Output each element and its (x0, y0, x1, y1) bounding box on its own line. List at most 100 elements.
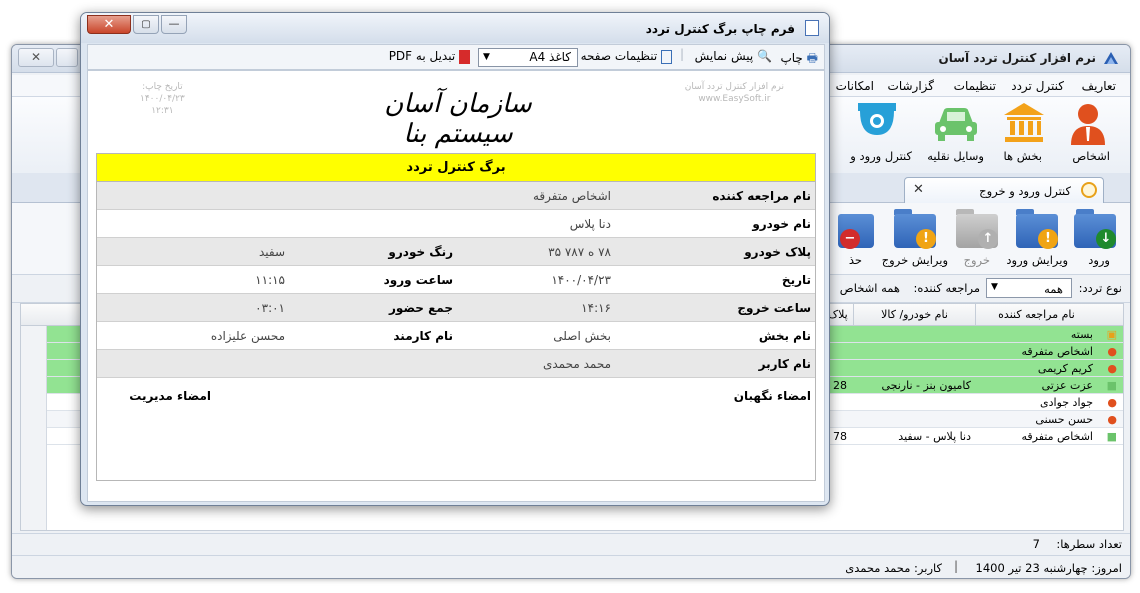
page-settings-button[interactable]: تنظیمات صفحه (581, 49, 672, 64)
page-icon (661, 49, 672, 64)
cell-visitor: کریم کریمی (1037, 362, 1093, 375)
person-icon (1071, 104, 1105, 145)
print-label: چاپ (780, 51, 803, 65)
entry-time-value: ۱۱:۱۵ (255, 273, 285, 287)
preview-button[interactable]: 🔍 پیش نمایش (695, 49, 772, 63)
employee-label: نام کارمند (393, 329, 453, 343)
maximize-icon: ▢ (141, 19, 151, 30)
ribbon-entry-exit-button[interactable]: کنترل ورود و (836, 101, 916, 169)
building-icon (1004, 103, 1044, 142)
cell-vehicle: کامیون بنز - نارنجی (881, 379, 971, 392)
delete-label: حذ (848, 253, 862, 267)
cell-plate: 78 (833, 430, 847, 443)
visitor-filter-value[interactable]: همه اشخاص (840, 281, 900, 295)
edit-exit-label: ویرایش خروج (881, 253, 948, 267)
plate-value: ۷۸ ه ۷۸۷ ۳۵ (548, 245, 611, 259)
cell-visitor: بسته (1070, 328, 1093, 341)
guard-signature-label: امضاء نگهبان (733, 389, 811, 403)
chevron-down-icon: ▼ (483, 52, 490, 62)
dialog-titlebar: فرم چاپ برگ کنترل تردد ✕ ▢ — (81, 13, 829, 43)
menu-settings[interactable]: تنظیمات (954, 79, 996, 93)
grid-footer: تعداد سطرها: 7 (12, 533, 1130, 553)
printer-icon: 🖶 (806, 51, 818, 65)
ribbon-persons-label: اشخاص (1072, 149, 1110, 163)
entry-button[interactable]: ↓ ورود (1070, 209, 1120, 271)
clock-icon (1081, 182, 1097, 198)
employee-value: محسن علیزاده (210, 329, 285, 343)
grid-header-vehicle[interactable]: نام خودرو/ کالا (853, 304, 975, 326)
print-dialog: فرم چاپ برگ کنترل تردد ✕ ▢ — 🖶 چاپ 🔍 پیش… (80, 12, 830, 506)
manager-signature-label: امضاء مدیریت (129, 389, 211, 403)
menu-traffic-control[interactable]: کنترل تردد (1011, 79, 1064, 93)
menu-tools[interactable]: امکانات (836, 79, 874, 93)
color-label: رنگ خودرو (388, 245, 453, 259)
main-maximize-button[interactable] (56, 48, 78, 67)
delete-icon: − (840, 229, 860, 249)
package-icon: ▣ (1106, 328, 1117, 341)
tab-close-icon[interactable]: ✕ (913, 182, 924, 197)
cell-plate: 28 (833, 379, 847, 392)
cell-visitor: جواد جوادی (1040, 396, 1093, 409)
grid-left-gutter (21, 326, 47, 530)
toolbar-separator: | (679, 47, 684, 61)
pdf-label: تبدیل به PDF (388, 49, 456, 63)
print-date-value: ۱۴۰۰/۰۴/۲۳ (140, 94, 185, 104)
tab-entry-exit[interactable]: کنترل ورود و خروج ✕ (904, 177, 1104, 203)
watermark-app-name: نرم افزار کنترل تردد آسان (684, 82, 784, 92)
report-row (97, 238, 815, 266)
ribbon-vehicles-button[interactable]: وسایل نقلیه (920, 101, 990, 169)
grid-header-visitor[interactable]: نام مراجعه کننده (975, 304, 1097, 326)
print-preview-page: نرم افزار کنترل تردد آسان www.EasySoft.i… (87, 70, 825, 502)
chevron-down-icon: ▼ (991, 282, 998, 292)
paper-size-select[interactable]: کاغذ A4 ▼ (478, 48, 578, 67)
total-time-label: جمع حضور (389, 301, 453, 315)
person-icon: ● (1107, 413, 1117, 426)
total-time-value: ۰۳:۰۱ (255, 301, 285, 315)
print-time-value: ۱۲:۳۱ (151, 106, 174, 116)
visitor-filter-label: مراجعه کننده: (913, 281, 980, 295)
main-close-button[interactable]: ✕ (18, 48, 54, 67)
cell-visitor: عزت عزتی (1041, 379, 1093, 392)
delete-button[interactable]: − حذ (830, 209, 880, 271)
document-icon (805, 20, 819, 36)
person-icon: ● (1107, 396, 1117, 409)
person-icon: ● (1107, 362, 1117, 375)
exit-button[interactable]: ↑ خروج (950, 209, 1002, 271)
status-bar: امروز: چهارشنبه 23 تیر 1400 | کاربر: محم… (12, 555, 1130, 578)
ribbon-entry-exit-label: کنترل ورود و (850, 149, 912, 163)
dialog-close-button[interactable]: ✕ (87, 15, 131, 34)
report-row (97, 182, 815, 210)
date-label: تاریخ (781, 273, 811, 287)
ribbon-sections-button[interactable]: بخش ها (994, 101, 1054, 169)
exit-time-value: ۱۴:۱۶ (581, 301, 611, 315)
watermark-left: تاریخ چاپ: ۱۴۰۰/۰۴/۲۳ ۱۲:۳۱ (140, 81, 185, 117)
arrow-down-icon: ↓ (1096, 229, 1116, 249)
print-button[interactable]: 🖶 چاپ (780, 49, 818, 70)
ribbon-persons-button[interactable]: اشخاص (1058, 101, 1118, 169)
visitor-value: اشخاص متفرقه (532, 189, 611, 203)
tab-entry-exit-label: کنترل ورود و خروج (979, 184, 1071, 198)
car-icon: ■ (1106, 379, 1117, 392)
menu-reports[interactable]: گزارشات (888, 79, 934, 93)
watermark-right: نرم افزار کنترل تردد آسان www.EasySoft.i… (685, 81, 784, 105)
user-label: نام کاربر (758, 357, 811, 371)
app-logo-icon (1104, 52, 1118, 64)
dialog-toolbar: 🖶 چاپ 🔍 پیش نمایش | تنظیمات صفحه کاغذ A4… (87, 44, 825, 70)
grid-header-icon (1097, 304, 1123, 326)
pdf-button[interactable]: تبدیل به PDF (389, 49, 470, 64)
menu-definitions[interactable]: تعاریف (1082, 79, 1116, 93)
edit-exit-button[interactable]: ! ویرایش خروج (882, 209, 948, 271)
dialog-maximize-button[interactable]: ▢ (133, 15, 159, 34)
cell-visitor: حسن حسنی (1035, 413, 1093, 426)
user-value: محمد محمدی (542, 357, 611, 371)
plate-label: پلاک خودرو (744, 245, 811, 259)
dialog-minimize-button[interactable]: — (161, 15, 187, 34)
edit-entry-button[interactable]: ! ویرایش ورود (1006, 209, 1068, 271)
traffic-type-select[interactable]: همه ▼ (986, 278, 1072, 298)
report-row (97, 350, 815, 378)
car-icon (935, 108, 977, 141)
page-settings-label: تنظیمات صفحه (580, 49, 658, 63)
cell-visitor: اشخاص متفرقه (1021, 430, 1093, 443)
print-date-label: تاریخ چاپ: (142, 82, 183, 92)
close-icon: ✕ (103, 17, 115, 32)
